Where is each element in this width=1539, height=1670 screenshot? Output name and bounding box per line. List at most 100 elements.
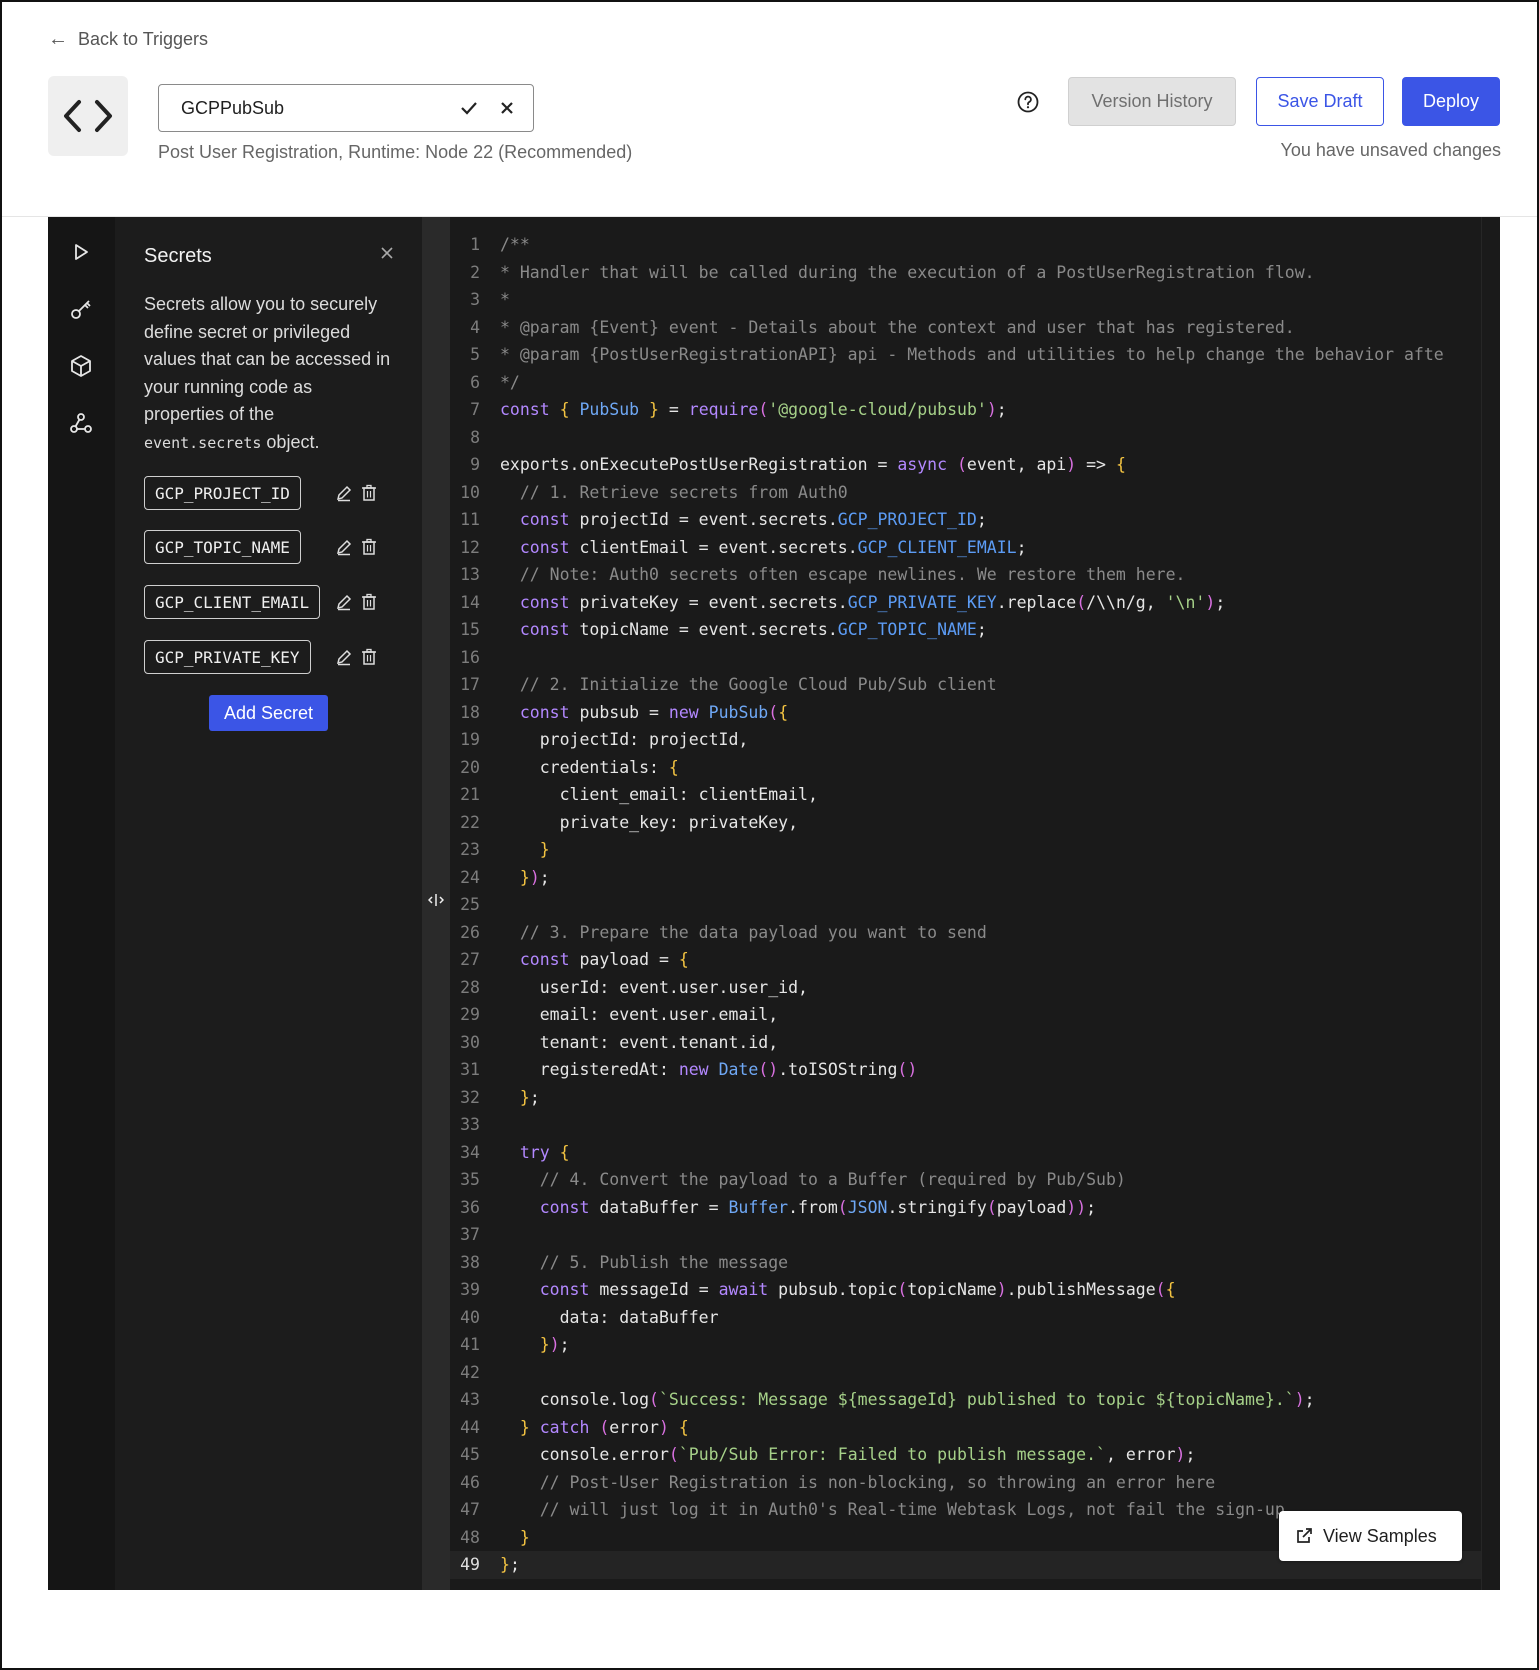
code-line[interactable]: 43 console.log(`Success: Message ${messa… (450, 1386, 1482, 1414)
code-editor[interactable]: 1 /** 2 * Handler that will be called durin… (450, 217, 1500, 1590)
code-line-text: data: dataBuffer (500, 1307, 719, 1327)
code-line[interactable]: 19 projectId: projectId, (450, 726, 1482, 754)
code-line[interactable]: 16 (450, 644, 1482, 672)
code-line[interactable]: 13 // Note: Auth0 secrets often escape n… (450, 561, 1482, 589)
code-line[interactable]: 29 email: event.user.email, (450, 1001, 1482, 1029)
code-line[interactable]: 2 * Handler that will be called during th… (450, 259, 1482, 287)
code-line[interactable]: 33 (450, 1111, 1482, 1139)
line-number: 11 (460, 510, 480, 529)
edit-pencil-icon[interactable] (334, 483, 354, 503)
code-line[interactable]: 6 */ (450, 369, 1482, 397)
code-line[interactable]: 46 // Post-User Registration is non-bloc… (450, 1469, 1482, 1497)
code-line-text: tenant: event.tenant.id, (500, 1032, 779, 1052)
code-icon-tile (48, 76, 128, 156)
version-history-button[interactable]: Version History (1068, 77, 1236, 126)
save-draft-button[interactable]: Save Draft (1256, 77, 1384, 126)
external-link-icon (1297, 1528, 1312, 1543)
package-icon[interactable] (68, 353, 94, 379)
trigger-name-input[interactable] (179, 96, 445, 120)
code-line[interactable]: 9 exports.onExecutePostUserRegistration =… (450, 451, 1482, 479)
code-line[interactable]: 23 } (450, 836, 1482, 864)
code-line[interactable]: 21 client_email: clientEmail, (450, 781, 1482, 809)
help-icon[interactable] (1016, 90, 1040, 114)
code-line-text: const projectId = event.secrets.GCP_PROJ… (519, 510, 987, 529)
code-line[interactable]: 4 * @param {Event} event - Details about … (450, 314, 1482, 342)
back-to-triggers-link[interactable]: ← Back to Triggers (48, 28, 208, 51)
code-line[interactable]: 32 }; (450, 1084, 1482, 1112)
code-line[interactable]: 30 tenant: event.tenant.id, (450, 1029, 1482, 1057)
code-line-text: // Post-User Registration is non-blockin… (500, 1472, 1216, 1492)
code-line[interactable]: 42 (450, 1359, 1482, 1387)
code-line[interactable]: 15 const topicName = event.secrets.GCP_T… (450, 616, 1482, 644)
line-number: 22 (460, 812, 480, 832)
code-line[interactable]: 41 }); (450, 1331, 1482, 1359)
code-line-text: // 1. Retrieve secrets from Auth0 (500, 482, 848, 502)
code-line[interactable]: 40 data: dataBuffer (450, 1304, 1482, 1332)
trash-icon[interactable] (359, 592, 379, 612)
webhook-icon[interactable] (68, 410, 94, 436)
line-number: 2 (470, 262, 480, 282)
edit-pencil-icon[interactable] (334, 647, 354, 667)
code-line-text: // 2. Initialize the Google Cloud Pub/Su… (500, 675, 997, 694)
editor-scrollbar[interactable] (1481, 217, 1500, 1590)
edit-pencil-icon[interactable] (334, 537, 354, 557)
code-line[interactable]: 38 // 5. Publish the message (450, 1249, 1482, 1277)
secret-chip-private-key[interactable]: GCP_PRIVATE_KEY (144, 640, 311, 674)
code-line[interactable]: 37 (450, 1221, 1482, 1249)
trash-icon[interactable] (359, 483, 379, 503)
deploy-button[interactable]: Deploy (1402, 77, 1500, 126)
code-line[interactable]: 5 * @param {PostUserRegistrationAPI} api … (450, 341, 1482, 369)
code-line[interactable]: 14 const privateKey = event.secrets.GCP_… (450, 589, 1482, 617)
edit-pencil-icon[interactable] (334, 592, 354, 612)
line-number: 5 (470, 345, 480, 364)
code-line-text: registeredAt: new Date().toISOString() (500, 1060, 918, 1079)
add-secret-button[interactable]: Add Secret (209, 695, 328, 731)
view-samples-button[interactable]: View Samples (1279, 1511, 1462, 1561)
code-line[interactable]: 45 console.error(`Pub/Sub Error: Failed … (450, 1441, 1482, 1469)
code-line-text: } catch (error) { (519, 1417, 689, 1437)
panel-resize-handle[interactable] (422, 217, 450, 1590)
line-number: 34 (460, 1142, 480, 1162)
line-number: 23 (460, 840, 480, 859)
code-line[interactable]: 11 const projectId = event.secrets.GCP_P… (450, 506, 1482, 534)
line-number: 47 (460, 1500, 480, 1519)
code-line[interactable]: 1 /** (450, 231, 1482, 259)
line-number: 15 (460, 620, 480, 639)
code-line[interactable]: 18 const pubsub = new PubSub({ (450, 699, 1482, 727)
line-number: 12 (460, 537, 480, 557)
code-line[interactable]: 8 (450, 424, 1482, 452)
code-line[interactable]: 22 private_key: privateKey, (450, 809, 1482, 837)
code-line[interactable]: 25 (450, 891, 1482, 919)
code-line[interactable]: 7 const { PubSub } = require('@google-clo… (450, 396, 1482, 424)
code-line-text: console.error(`Pub/Sub Error: Failed to … (500, 1445, 1196, 1464)
code-line[interactable]: 28 userId: event.user.user_id, (450, 974, 1482, 1002)
secret-chip-project-id[interactable]: GCP_PROJECT_ID (144, 476, 301, 510)
code-line[interactable]: 36 const dataBuffer = Buffer.from(JSON.s… (450, 1194, 1482, 1222)
code-line[interactable]: 39 const messageId = await pubsub.topic(… (450, 1276, 1482, 1304)
trash-icon[interactable] (359, 537, 379, 557)
secret-chip-client-email[interactable]: GCP_CLIENT_EMAIL (144, 585, 321, 619)
confirm-check-icon[interactable] (455, 94, 483, 122)
trash-icon[interactable] (359, 647, 379, 667)
code-line[interactable]: 3 * (450, 286, 1482, 314)
code-line[interactable]: 12 const clientEmail = event.secrets.GCP… (450, 534, 1482, 562)
code-line[interactable]: 44 } catch (error) { (450, 1414, 1482, 1442)
line-number: 33 (460, 1115, 480, 1134)
code-line[interactable]: 34 try { (450, 1139, 1482, 1167)
code-line[interactable]: 10 // 1. Retrieve secrets from Auth0 (450, 479, 1482, 507)
code-line[interactable]: 17 // 2. Initialize the Google Cloud Pub… (450, 671, 1482, 699)
code-line[interactable]: 26 // 3. Prepare the data payload you wa… (450, 919, 1482, 947)
code-line[interactable]: 35 // 4. Convert the payload to a Buffer… (450, 1166, 1482, 1194)
code-line[interactable]: 27 const payload = { (450, 946, 1482, 974)
secret-chip-topic-name[interactable]: GCP_TOPIC_NAME (144, 530, 301, 564)
code-line[interactable]: 31 registeredAt: new Date().toISOString(… (450, 1056, 1482, 1084)
line-number: 17 (460, 675, 480, 694)
close-icon[interactable] (377, 243, 397, 263)
code-line[interactable]: 20 credentials: { (450, 754, 1482, 782)
key-icon[interactable] (68, 296, 94, 322)
cancel-x-icon[interactable] (493, 94, 521, 122)
code-line-text: const dataBuffer = Buffer.from(JSON.stri… (539, 1197, 1097, 1217)
code-line-text: projectId: projectId, (500, 730, 749, 749)
play-icon[interactable] (68, 239, 94, 265)
code-line[interactable]: 24 }); (450, 864, 1482, 892)
